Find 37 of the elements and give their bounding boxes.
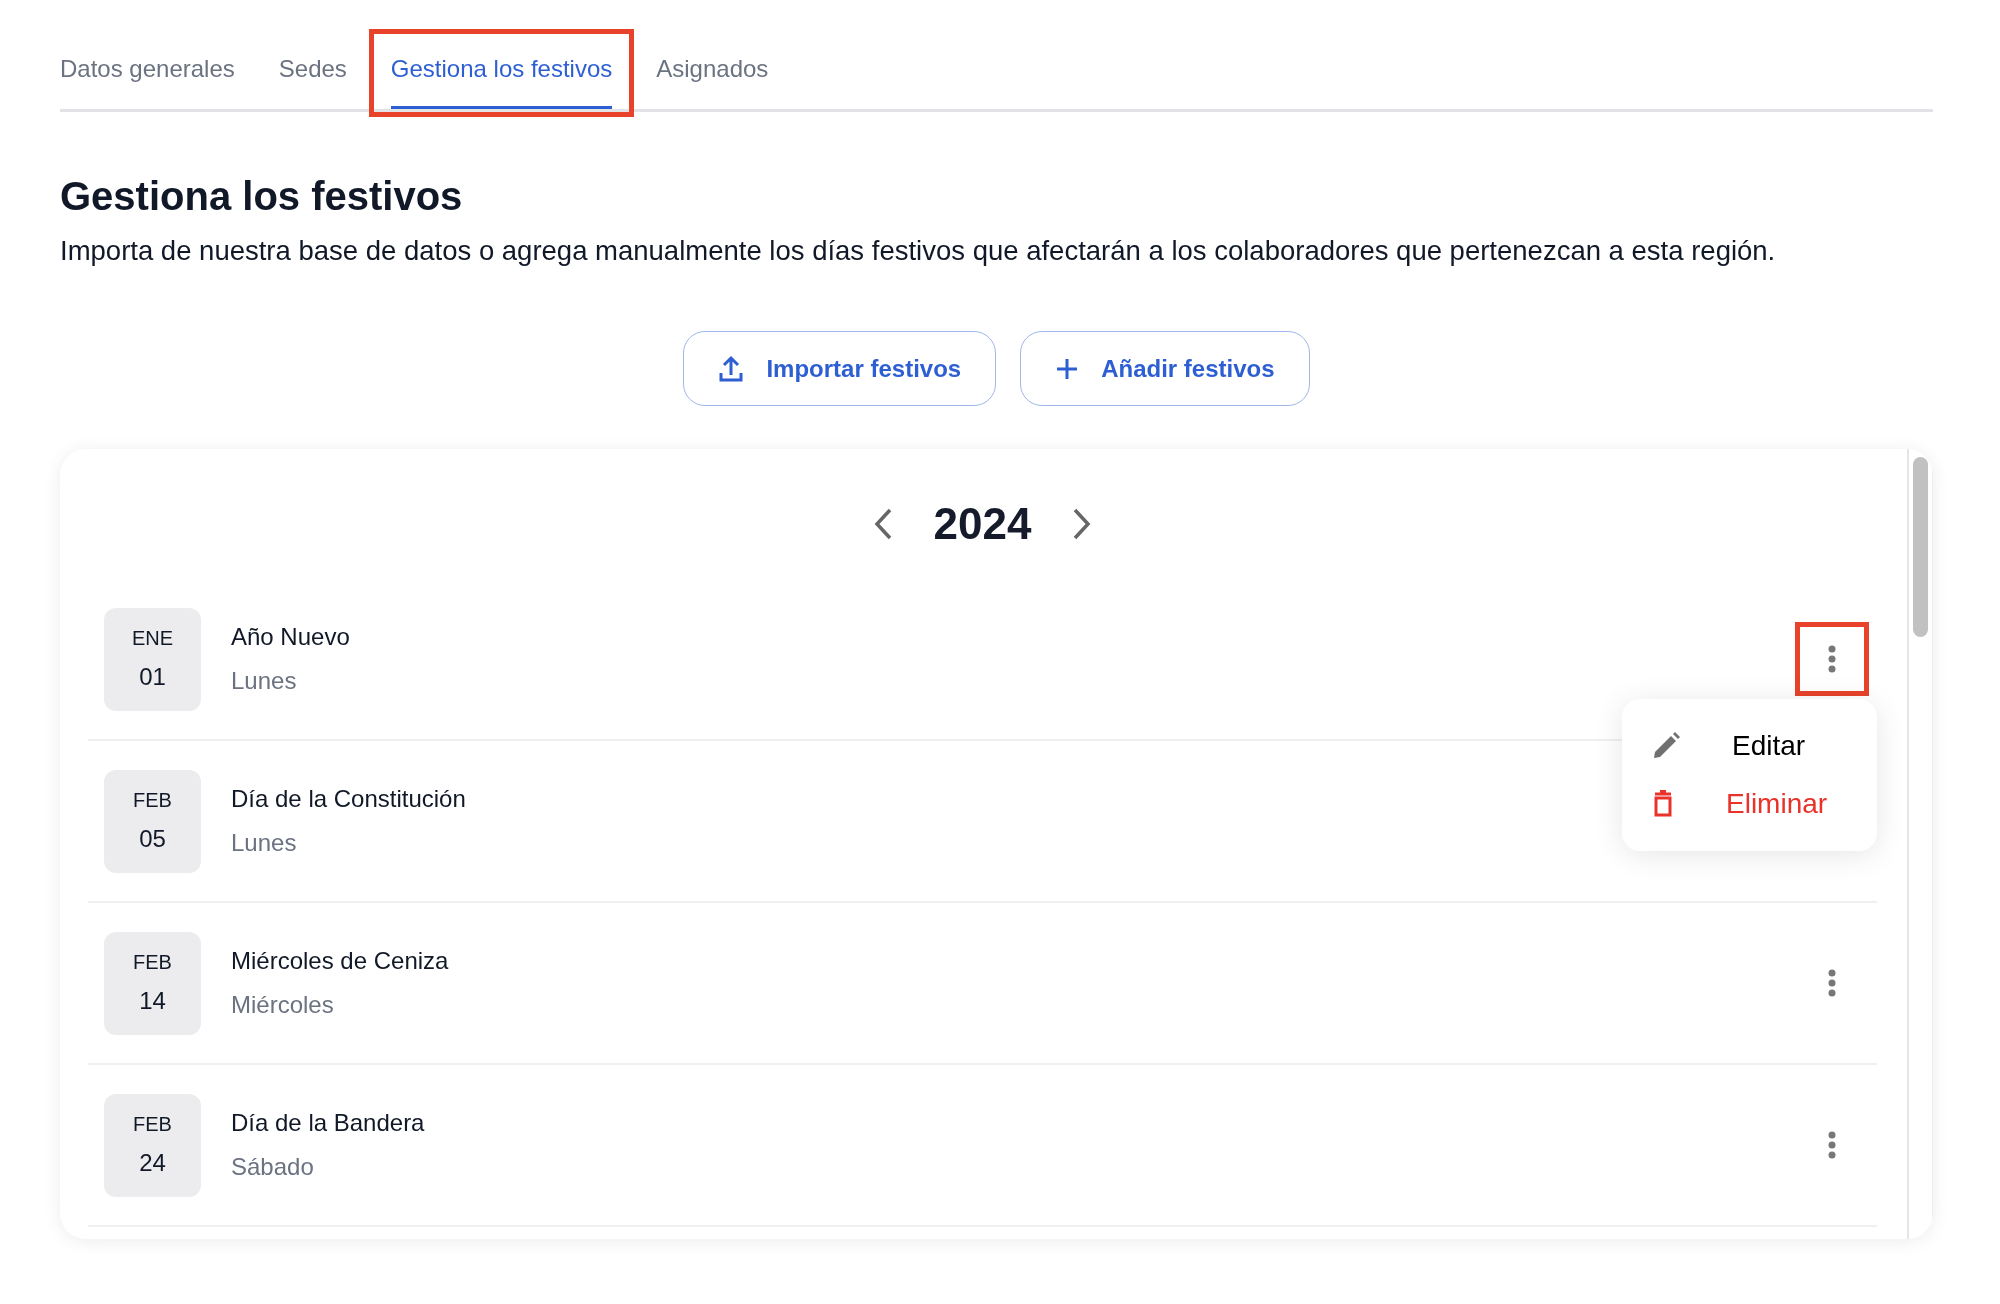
holiday-name: Año Nuevo (231, 622, 350, 653)
trash-icon (1652, 790, 1674, 819)
holiday-weekday: Lunes (231, 666, 298, 697)
month-label: FEB (133, 1112, 172, 1138)
import-button[interactable]: Importar festivos (683, 331, 997, 407)
tab[interactable]: Gestiona los festivos (368, 29, 635, 117)
tab[interactable]: Datos generales (60, 51, 257, 109)
tab[interactable]: Asignados (634, 51, 791, 109)
day-label: 24 (139, 1148, 166, 1179)
year-label: 2024 (933, 498, 1032, 551)
holiday-weekday: Miércoles (231, 990, 335, 1021)
day-label: 05 (139, 824, 166, 855)
holiday-weekday: Lunes (231, 828, 298, 859)
delete-menu-item[interactable]: Eliminar (1622, 775, 1877, 834)
page-description: Importa de nuestra base de datos o agrega manualmente los días festivos que afectarán a los colaboradores que pertenezcan a esta región. (60, 234, 1777, 268)
plus-icon (1055, 356, 1080, 381)
month-label: ENE (131, 626, 174, 652)
tab[interactable]: Sedes (256, 51, 369, 109)
edit-menu-item[interactable]: Editar (1622, 717, 1877, 776)
more-options-button[interactable] (1795, 622, 1869, 697)
scrollbar-thumb[interactable] (1913, 457, 1928, 638)
pencil-icon (1652, 732, 1680, 761)
upload-icon (718, 354, 745, 383)
add-button[interactable]: Añadir festivos (1020, 331, 1310, 407)
holiday-name: Día de la Constitución (231, 784, 466, 815)
scrollbar[interactable] (1907, 449, 1933, 1240)
kebab-icon (1828, 969, 1836, 998)
holiday-weekday: Sábado (231, 1152, 315, 1183)
month-label: FEB (133, 788, 172, 814)
holiday-name: Día de la Bandera (231, 1108, 425, 1139)
kebab-icon (1828, 645, 1836, 674)
day-label: 14 (139, 986, 166, 1017)
holiday-name: Miércoles de Ceniza (231, 946, 449, 977)
month-label: FEB (133, 950, 172, 976)
page-heading: Gestiona los festivos (60, 173, 464, 220)
day-label: 01 (139, 662, 166, 693)
kebab-icon (1828, 1131, 1836, 1160)
